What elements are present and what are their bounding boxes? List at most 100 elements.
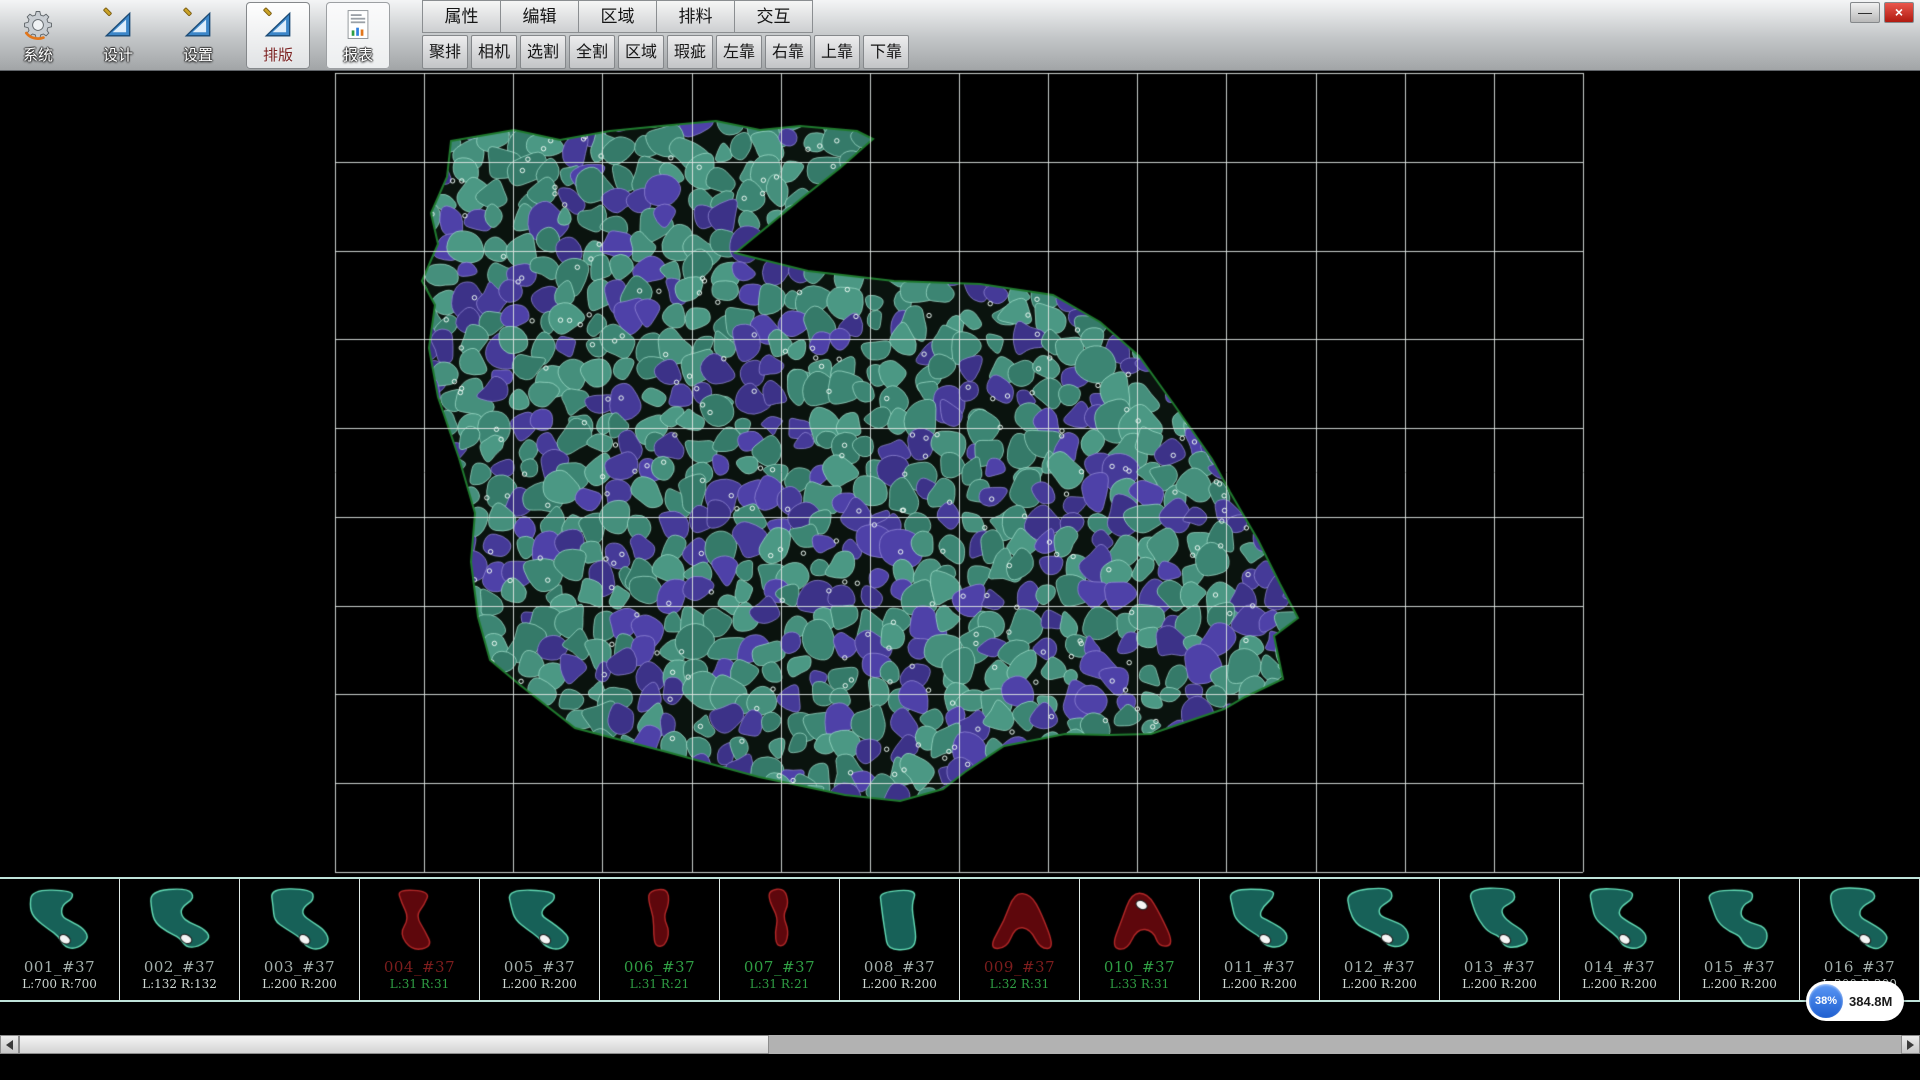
part-thumbnail <box>1081 882 1199 958</box>
part-thumbnail <box>1561 882 1679 958</box>
parts-strip: 001_#37L:700 R:700002_#37L:132 R:132003_… <box>0 877 1920 1002</box>
part-cell-007[interactable]: 007_#37L:31 R:21 <box>720 879 840 1000</box>
progress-indicator: 38% <box>1809 984 1843 1018</box>
mode-label: 排版 <box>263 44 293 65</box>
part-id-label: 008_#37 <box>864 958 935 976</box>
part-id-label: 009_#37 <box>984 958 1055 976</box>
tool-button-8[interactable]: 右靠 <box>765 35 811 69</box>
part-lr-label: L:200 R:200 <box>862 976 937 992</box>
part-thumbnail <box>481 882 599 958</box>
part-lr-label: L:700 R:700 <box>22 976 97 992</box>
part-thumbnail <box>361 882 479 958</box>
part-cell-008[interactable]: 008_#37L:200 R:200 <box>840 879 960 1000</box>
part-id-label: 013_#37 <box>1464 958 1535 976</box>
menu-tab-1[interactable]: 属性 <box>422 0 501 33</box>
part-id-label: 006_#37 <box>624 958 695 976</box>
part-lr-label: L:31 R:31 <box>390 976 449 992</box>
window-controls: — × <box>1850 2 1914 23</box>
part-id-label: 002_#37 <box>144 958 215 976</box>
part-cell-001[interactable]: 001_#37L:700 R:700 <box>0 879 120 1000</box>
part-thumbnail <box>1201 882 1319 958</box>
memory-status-badge: 38% 384.8M <box>1806 981 1904 1021</box>
part-cell-010[interactable]: 010_#37L:33 R:31 <box>1080 879 1200 1000</box>
part-cell-013[interactable]: 013_#37L:200 R:200 <box>1440 879 1560 1000</box>
part-thumbnail <box>1441 882 1559 958</box>
left-arrow-icon <box>6 1040 13 1050</box>
memory-usage: 384.8M <box>1849 994 1892 1009</box>
part-cell-011[interactable]: 011_#37L:200 R:200 <box>1200 879 1320 1000</box>
mode-button-5[interactable]: 报表 <box>326 2 390 69</box>
part-thumbnail <box>241 882 359 958</box>
part-id-label: 003_#37 <box>264 958 335 976</box>
toolbar: 系统设计设置排版报表 属性编辑区域排料交互 聚排相机选割全割区域瑕疵左靠右靠上靠… <box>0 0 1920 71</box>
tool-button-9[interactable]: 上靠 <box>814 35 860 69</box>
menu-tab-4[interactable]: 排料 <box>656 0 735 33</box>
menu-tabs: 属性编辑区域排料交互 <box>422 0 912 34</box>
part-cell-009[interactable]: 009_#37L:32 R:31 <box>960 879 1080 1000</box>
mode-button-3[interactable]: 设置 <box>166 2 230 69</box>
part-id-label: 011_#37 <box>1224 958 1295 976</box>
part-cell-014[interactable]: 014_#37L:200 R:200 <box>1560 879 1680 1000</box>
part-lr-label: L:31 R:21 <box>630 976 689 992</box>
tool-buttons: 聚排相机选割全割区域瑕疵左靠右靠上靠下靠 <box>422 34 912 71</box>
right-arrow-icon <box>1907 1040 1914 1050</box>
nesting-canvas[interactable] <box>0 71 1920 877</box>
mode-buttons: 系统 设计 设置 排版 报表 <box>6 1 390 70</box>
menu-tab-2[interactable]: 编辑 <box>500 0 579 33</box>
mode-label: 设计 <box>103 44 133 65</box>
part-thumbnail <box>1801 882 1919 958</box>
mode-button-1[interactable]: 系统 <box>6 2 70 69</box>
tool-button-10[interactable]: 下靠 <box>863 35 909 69</box>
minimize-button[interactable]: — <box>1850 2 1880 23</box>
tool-button-4[interactable]: 全割 <box>569 35 615 69</box>
nesting-ruler-icon <box>260 7 296 43</box>
part-lr-label: L:132 R:132 <box>142 976 217 992</box>
mode-label: 报表 <box>343 44 373 65</box>
tool-button-2[interactable]: 相机 <box>471 35 517 69</box>
part-thumbnail <box>601 882 719 958</box>
horizontal-scrollbar[interactable] <box>0 1035 1920 1054</box>
part-thumbnail <box>721 882 839 958</box>
part-lr-label: L:200 R:200 <box>1222 976 1297 992</box>
tool-button-6[interactable]: 瑕疵 <box>667 35 713 69</box>
part-id-label: 012_#37 <box>1344 958 1415 976</box>
mode-button-4[interactable]: 排版 <box>246 2 310 69</box>
part-lr-label: L:200 R:200 <box>502 976 577 992</box>
scroll-left-button[interactable] <box>0 1035 19 1054</box>
tool-button-1[interactable]: 聚排 <box>422 35 468 69</box>
part-thumbnail <box>1 882 119 958</box>
part-cell-004[interactable]: 004_#37L:31 R:31 <box>360 879 480 1000</box>
part-cell-006[interactable]: 006_#37L:31 R:21 <box>600 879 720 1000</box>
settings-ruler-icon <box>180 7 216 43</box>
tool-button-7[interactable]: 左靠 <box>716 35 762 69</box>
part-cell-015[interactable]: 015_#37L:200 R:200 <box>1680 879 1800 1000</box>
close-button[interactable]: × <box>1884 2 1914 23</box>
part-thumbnail <box>1321 882 1439 958</box>
scroll-thumb[interactable] <box>19 1035 769 1054</box>
part-id-label: 004_#37 <box>384 958 455 976</box>
menu-tab-3[interactable]: 区域 <box>578 0 657 33</box>
menu-area: 属性编辑区域排料交互 聚排相机选割全割区域瑕疵左靠右靠上靠下靠 <box>422 0 912 71</box>
part-id-label: 010_#37 <box>1104 958 1175 976</box>
part-id-label: 005_#37 <box>504 958 575 976</box>
part-id-label: 007_#37 <box>744 958 815 976</box>
tool-button-3[interactable]: 选割 <box>520 35 566 69</box>
part-cell-005[interactable]: 005_#37L:200 R:200 <box>480 879 600 1000</box>
part-lr-label: L:200 R:200 <box>1462 976 1537 992</box>
part-cell-012[interactable]: 012_#37L:200 R:200 <box>1320 879 1440 1000</box>
part-id-label: 016_#37 <box>1824 958 1895 976</box>
scroll-right-button[interactable] <box>1901 1035 1920 1054</box>
menu-tab-5[interactable]: 交互 <box>734 0 813 33</box>
mode-button-2[interactable]: 设计 <box>86 2 150 69</box>
tool-button-5[interactable]: 区域 <box>618 35 664 69</box>
application-window: 系统设计设置排版报表 属性编辑区域排料交互 聚排相机选割全割区域瑕疵左靠右靠上靠… <box>0 0 1920 1080</box>
mode-label: 设置 <box>183 44 213 65</box>
part-cell-003[interactable]: 003_#37L:200 R:200 <box>240 879 360 1000</box>
gear-icon <box>20 7 56 43</box>
part-thumbnail <box>1681 882 1799 958</box>
mode-label: 系统 <box>23 44 53 65</box>
design-ruler-icon <box>100 7 136 43</box>
part-cell-002[interactable]: 002_#37L:132 R:132 <box>120 879 240 1000</box>
report-icon <box>340 7 376 43</box>
part-lr-label: L:32 R:31 <box>990 976 1049 992</box>
